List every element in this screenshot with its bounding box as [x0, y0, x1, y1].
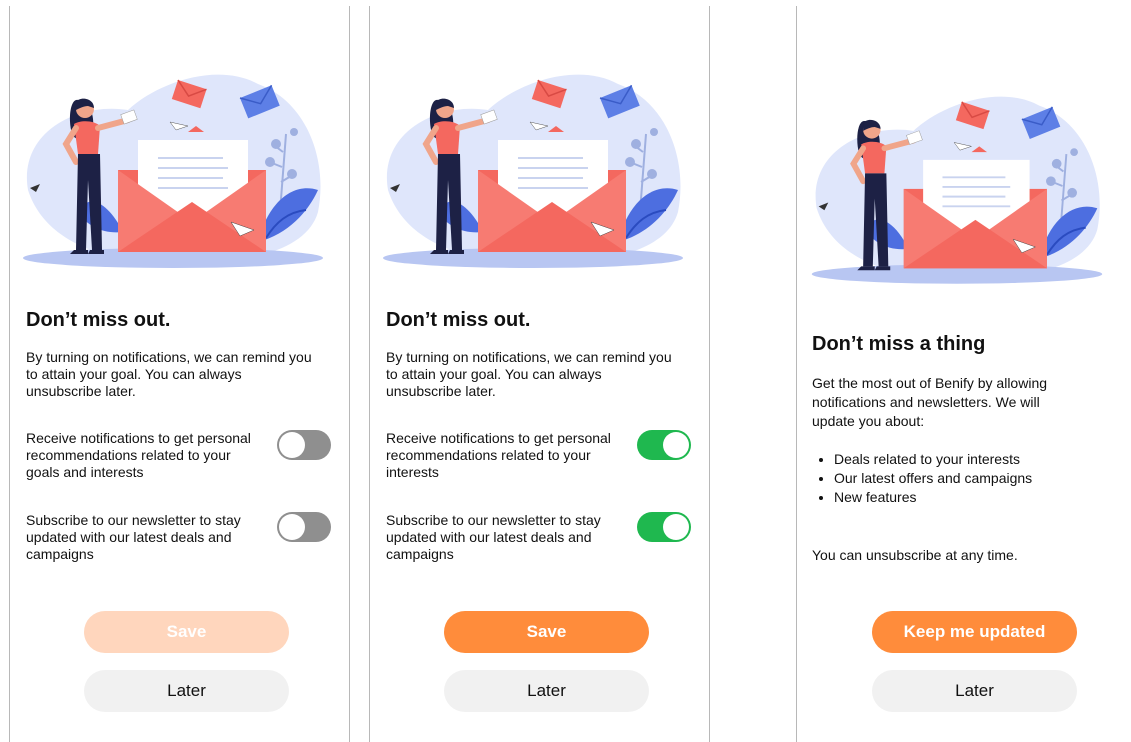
notifications-toggle-row: Receive notifications to get personal re…	[26, 430, 336, 482]
newsletter-toggle-switch[interactable]	[277, 512, 331, 542]
toggle-knob	[663, 432, 689, 458]
list-item: New features	[834, 488, 1032, 507]
keep-me-updated-button[interactable]: Keep me updated	[872, 611, 1077, 653]
newsletter-toggle-row: Subscribe to our newsletter to stay upda…	[26, 512, 336, 564]
panel-description: By turning on notifications, we can remi…	[26, 349, 312, 399]
list-item: Our latest offers and campaigns	[834, 469, 1032, 488]
notifications-toggle-label: Receive notifications to get personal re…	[26, 430, 251, 480]
later-button[interactable]: Later	[84, 670, 289, 712]
later-button[interactable]: Later	[444, 670, 649, 712]
later-button[interactable]: Later	[872, 670, 1077, 712]
notifications-toggle-switch[interactable]	[277, 430, 331, 460]
panel-divider	[349, 6, 350, 742]
panel-title: Don’t miss out.	[386, 309, 531, 331]
notification-consent-panel-2: Don’t miss out. By turning on notificati…	[370, 0, 709, 742]
newsletter-toggle-label: Subscribe to our newsletter to stay upda…	[386, 512, 601, 562]
notifications-toggle-label: Receive notifications to get personal re…	[386, 430, 611, 480]
newsletter-consent-panel: Don’t miss a thing Get the most out of B…	[797, 0, 1131, 742]
toggle-knob	[279, 432, 305, 458]
list-item: Deals related to your interests	[834, 450, 1032, 469]
notification-consent-panel-1: Don’t miss out. By turning on notificati…	[10, 0, 349, 742]
panel-divider	[709, 6, 710, 742]
save-button[interactable]: Save	[444, 611, 649, 653]
toggle-knob	[279, 514, 305, 540]
newsletter-toggle-row: Subscribe to our newsletter to stay upda…	[386, 512, 696, 564]
panel-title: Don’t miss a thing	[812, 333, 986, 355]
benefits-list: Deals related to your interests Our late…	[812, 450, 1032, 507]
woman-with-envelope-illustration	[18, 62, 328, 272]
notifications-toggle-switch[interactable]	[637, 430, 691, 460]
woman-with-envelope-illustration	[378, 62, 688, 272]
toggle-knob	[663, 514, 689, 540]
unsubscribe-note: You can unsubscribe at any time.	[812, 547, 1018, 563]
save-button[interactable]: Save	[84, 611, 289, 653]
panel-description: Get the most out of Benify by allowing n…	[812, 375, 1048, 429]
woman-with-envelope-illustration	[807, 84, 1107, 288]
newsletter-toggle-label: Subscribe to our newsletter to stay upda…	[26, 512, 241, 562]
panel-description: By turning on notifications, we can remi…	[386, 349, 672, 399]
notifications-toggle-row: Receive notifications to get personal re…	[386, 430, 696, 482]
newsletter-toggle-switch[interactable]	[637, 512, 691, 542]
panel-title: Don’t miss out.	[26, 309, 171, 331]
